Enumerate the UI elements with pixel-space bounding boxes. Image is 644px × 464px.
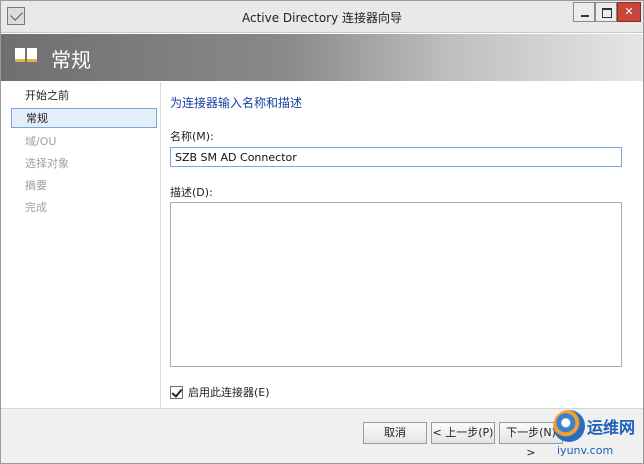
wizard-footer: 取消 < 上一步(P) 下一步(N) >: [1, 408, 643, 463]
cancel-button[interactable]: 取消: [363, 422, 427, 444]
step-item-completion: 完成: [25, 201, 47, 214]
step-item-general[interactable]: 常规: [11, 108, 157, 128]
main-content: 为连接器输入名称和描述 名称(M): 描述(D): 启用此连接器(E): [162, 82, 643, 408]
step-item-domain-ou: 域/OU: [25, 135, 57, 148]
minimize-button[interactable]: [573, 2, 595, 22]
enable-connector-label[interactable]: 启用此连接器(E): [188, 385, 270, 401]
wizard-steps-sidebar: 开始之前 常规 域/OU 选择对象 摘要 完成: [1, 82, 161, 408]
section-heading: 为连接器输入名称和描述: [170, 96, 303, 110]
watermark-domain: iyunv.com: [557, 444, 614, 457]
step-item-before-you-begin[interactable]: 开始之前: [11, 86, 157, 106]
back-button[interactable]: < 上一步(P): [431, 422, 495, 444]
site-watermark: 运维网 iyunv.com: [553, 410, 643, 462]
step-item-select-objects: 选择对象: [25, 157, 69, 170]
page-title: 常规: [51, 48, 91, 72]
watermark-brand: 运维网: [587, 418, 636, 437]
wizard-window: Active Directory 连接器向导 ✕ 常规 开始之前 常规 域/OU…: [0, 0, 644, 464]
enable-connector-checkbox[interactable]: [170, 386, 183, 399]
name-label: 名称(M):: [170, 130, 214, 143]
name-input[interactable]: [170, 147, 622, 167]
title-bar[interactable]: Active Directory 连接器向导 ✕: [1, 1, 643, 33]
step-item-summary: 摘要: [25, 179, 47, 192]
description-textarea[interactable]: [170, 202, 622, 367]
description-label: 描述(D):: [170, 186, 213, 199]
close-button[interactable]: ✕: [617, 2, 641, 22]
page-banner: 常规: [1, 34, 643, 81]
maximize-button[interactable]: [595, 2, 617, 22]
window-title: Active Directory 连接器向导: [241, 11, 403, 25]
watermark-logo-icon: [553, 410, 585, 442]
wizard-book-icon: [15, 48, 39, 66]
